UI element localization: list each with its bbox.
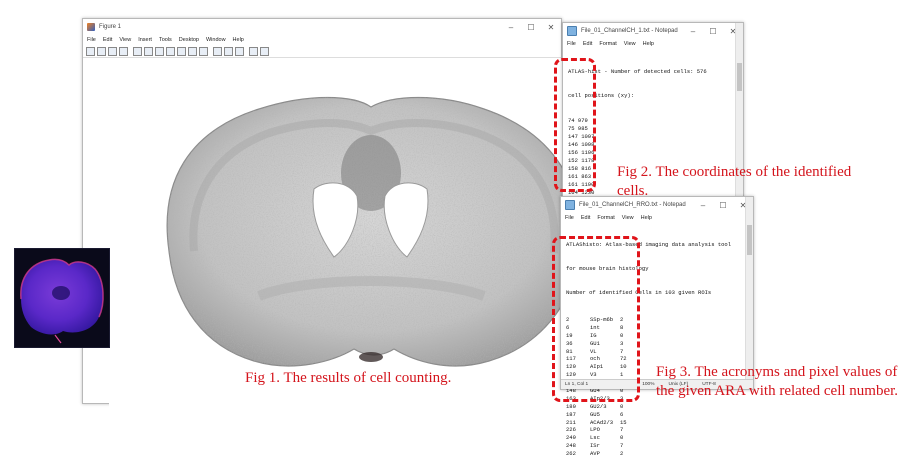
menu-file[interactable]: File — [87, 37, 96, 43]
pan-icon[interactable] — [166, 46, 175, 56]
menu-edit[interactable]: Edit — [583, 41, 592, 47]
notepad-title: File_01_ChannelCH_RRO.txt - Notepad — [579, 202, 686, 208]
colorbar-icon[interactable] — [224, 46, 233, 56]
cell-count: 15 — [620, 418, 627, 426]
maximize-icon[interactable]: ☐ — [521, 23, 541, 32]
acronym-pixel-value: 248 — [566, 442, 576, 450]
fig3-caption: Fig 3. The acronyms and pixel values of … — [656, 364, 899, 399]
acronym-row: 226 LPO 7 — [566, 426, 740, 434]
brush-icon[interactable] — [199, 46, 208, 56]
hide-plot-tools-icon[interactable] — [249, 46, 258, 56]
data-cursor-icon[interactable] — [188, 46, 197, 56]
matlab-figure-icon — [87, 23, 95, 31]
menu-format[interactable]: Format — [597, 215, 614, 221]
minimize-icon[interactable]: – — [683, 27, 703, 36]
acronym-row: 248 ISr 7 — [566, 442, 740, 450]
acronym-pixel-value: 180 — [566, 402, 576, 410]
print-icon[interactable] — [119, 46, 128, 56]
scroll-thumb[interactable] — [747, 225, 752, 255]
cell-count: 6 — [620, 410, 624, 418]
menu-insert[interactable]: Insert — [138, 37, 152, 43]
show-plot-tools-icon[interactable] — [260, 46, 269, 56]
save-icon[interactable] — [108, 46, 117, 56]
notepad-icon — [565, 200, 575, 210]
cell-count: 2 — [620, 450, 624, 458]
pointer-icon[interactable] — [133, 46, 142, 56]
menu-help[interactable]: Help — [233, 37, 244, 43]
zoom-in-icon[interactable] — [144, 46, 153, 56]
vertical-scrollbar[interactable] — [745, 197, 753, 379]
brain-section-image — [166, 96, 581, 367]
menu-edit[interactable]: Edit — [581, 215, 590, 221]
cell-count: 0 — [620, 402, 624, 410]
acronym-pixel-value: 187 — [566, 410, 576, 418]
acronym-pixel-value: 226 — [566, 426, 576, 434]
status-zoom: 100% — [642, 382, 655, 387]
fig2-caption: Fig 2. The coordinates of the identified… — [617, 164, 852, 199]
figure-toolbar — [83, 45, 561, 58]
menu-tools[interactable]: Tools — [159, 37, 172, 43]
figure-titlebar: Figure 1 – ☐ ✕ — [83, 19, 561, 35]
figure-window: Figure 1 – ☐ ✕ File Edit View Insert Too… — [82, 18, 629, 411]
acronym-label: GU5 — [590, 410, 600, 418]
menu-view[interactable]: View — [624, 41, 636, 47]
acronym-row: 211 ACAd2/3 15 — [566, 419, 740, 427]
menu-help[interactable]: Help — [641, 215, 652, 221]
legend-icon[interactable] — [235, 46, 244, 56]
menu-view[interactable]: View — [622, 215, 634, 221]
acronym-row: 249 Lsc 0 — [566, 434, 740, 442]
acronym-row: 180 GU2/3 0 — [566, 403, 740, 411]
minimize-icon[interactable]: – — [501, 23, 521, 32]
acronym-pixel-value: 211 — [566, 418, 576, 426]
cell-count: 0 — [620, 434, 624, 442]
acronym-label: GU2/3 — [590, 402, 607, 410]
new-figure-icon[interactable] — [86, 46, 95, 56]
coordinates-highlight-box — [554, 58, 596, 192]
menu-window[interactable]: Window — [206, 37, 226, 43]
fig1-caption: Fig 1. The results of cell counting. — [245, 370, 452, 386]
acronym-label: LPO — [590, 426, 600, 434]
menu-help[interactable]: Help — [643, 41, 654, 47]
cell-count: 7 — [620, 442, 624, 450]
open-file-icon[interactable] — [97, 46, 106, 56]
menu-file[interactable]: File — [567, 41, 576, 47]
acronym-label: Lsc — [590, 434, 600, 442]
notepad-icon — [567, 26, 577, 36]
acronyms-highlight-box — [552, 236, 640, 402]
figure-axes — [109, 61, 629, 411]
notepad-menubar: File Edit Format View Help — [563, 39, 743, 49]
notepad-title: File_01_ChannelCH_1.txt - Notepad — [581, 28, 678, 34]
acronym-label: AVP — [590, 450, 600, 458]
menu-file[interactable]: File — [565, 215, 574, 221]
zoom-out-icon[interactable] — [155, 46, 164, 56]
menu-format[interactable]: Format — [599, 41, 616, 47]
close-icon[interactable]: ✕ — [541, 23, 561, 32]
minimize-icon[interactable]: – — [693, 201, 713, 210]
notepad-titlebar: File_01_ChannelCH_1.txt - Notepad – ☐ ✕ — [563, 23, 743, 39]
menu-desktop[interactable]: Desktop — [179, 37, 199, 43]
maximize-icon[interactable]: ☐ — [713, 201, 733, 210]
acronym-label: ACAd2/3 — [590, 418, 614, 426]
maximize-icon[interactable]: ☐ — [703, 27, 723, 36]
acronym-row: 187 GU5 6 — [566, 411, 740, 419]
acronym-label: ISr — [590, 442, 600, 450]
acronym-row: 262 AVP 2 — [566, 450, 740, 458]
figure-menubar: File Edit View Insert Tools Desktop Wind… — [83, 35, 561, 45]
acronym-pixel-value: 249 — [566, 434, 576, 442]
fluorescence-thumbnail — [14, 248, 110, 348]
fluorescence-brain-image — [20, 258, 104, 344]
menu-view[interactable]: View — [119, 37, 131, 43]
cell-count: 7 — [620, 426, 624, 434]
menu-edit[interactable]: Edit — [103, 37, 112, 43]
rotate-icon[interactable] — [177, 46, 186, 56]
figure-title: Figure 1 — [99, 24, 122, 30]
acronym-pixel-value: 262 — [566, 450, 576, 458]
notepad-menubar: File Edit Format View Help — [561, 213, 753, 223]
link-icon[interactable] — [213, 46, 222, 56]
scroll-thumb[interactable] — [737, 63, 742, 91]
